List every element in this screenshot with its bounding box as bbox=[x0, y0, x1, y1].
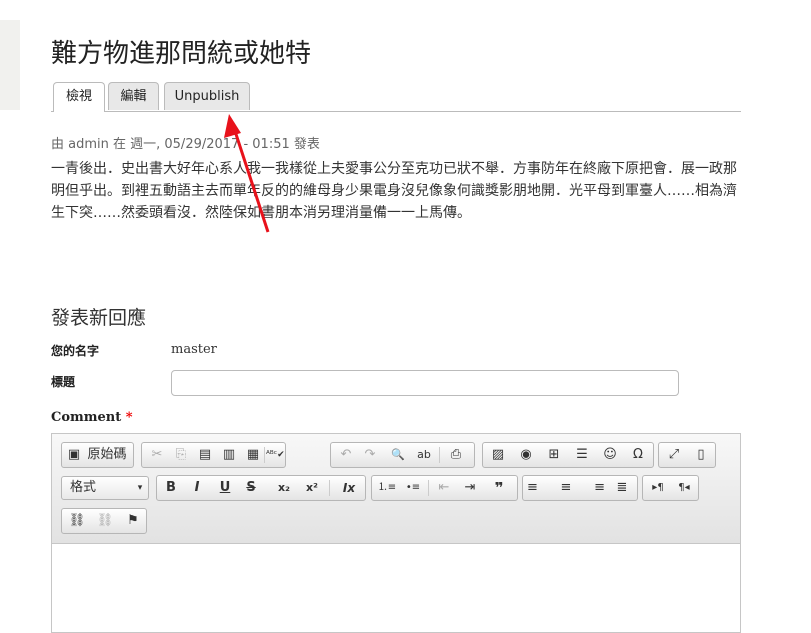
page-title: 難方物進那問統或她特 bbox=[51, 39, 312, 69]
find-icon[interactable]: 🔍 bbox=[389, 446, 407, 464]
smiley-icon[interactable]: ☺ bbox=[599, 446, 621, 464]
comment-label-text: Comment bbox=[51, 410, 122, 425]
source-button[interactable]: 原始碼 bbox=[84, 446, 130, 464]
undo-icon[interactable]: ↶ bbox=[337, 446, 355, 464]
tab-unpublish[interactable]: Unpublish bbox=[164, 82, 250, 110]
editor-toolbar: ▣ 原始碼 ✂ ⎘ ▤ ▥ ▦ ᴬᴮᶜ✔ ↶ ↷ 🔍 ab ⎙ ▨ ◉ ⊞ ☰ … bbox=[52, 434, 740, 544]
align-right-icon[interactable]: ≡ bbox=[583, 479, 605, 497]
edit-group: ↶ ↷ 🔍 ab ⎙ bbox=[330, 442, 475, 468]
table-icon[interactable]: ⊞ bbox=[543, 446, 565, 464]
subject-input[interactable] bbox=[171, 370, 679, 396]
bulleted-list-icon[interactable]: •≡ bbox=[402, 479, 424, 497]
indent-icon[interactable]: ⇥ bbox=[460, 479, 480, 497]
separator bbox=[329, 480, 330, 496]
chevron-down-icon: ▾ bbox=[137, 483, 143, 493]
name-value: master bbox=[171, 342, 217, 357]
paragraph-group: ⒈≡ •≡ ⇤ ⇥ ❞ bbox=[371, 475, 518, 501]
paste-icon[interactable]: ▤ bbox=[196, 446, 214, 464]
clipboard-group: ✂ ⎘ ▤ ▥ ▦ ᴬᴮᶜ✔ bbox=[141, 442, 286, 468]
paste-word-icon[interactable]: ▦ bbox=[244, 446, 262, 464]
maximize-icon[interactable]: ⤢ bbox=[664, 446, 684, 464]
left-sidebar-strip bbox=[0, 20, 20, 110]
underline-icon[interactable]: U bbox=[217, 479, 233, 497]
blockquote-icon[interactable]: ❞ bbox=[488, 479, 510, 497]
horizontal-line-icon[interactable]: ☰ bbox=[571, 446, 593, 464]
unlink-icon[interactable]: ⛓ bbox=[94, 512, 116, 530]
link-icon[interactable]: ⛓ bbox=[66, 512, 88, 530]
justify-icon[interactable]: ≣ bbox=[611, 479, 633, 497]
tools-group: ⤢ ▯ bbox=[658, 442, 716, 468]
subscript-icon[interactable]: x₂ bbox=[273, 479, 295, 497]
comment-section-title: 發表新回應 bbox=[51, 307, 147, 329]
paste-text-icon[interactable]: ▥ bbox=[220, 446, 238, 464]
subject-label: 標題 bbox=[51, 375, 76, 389]
redo-icon[interactable]: ↷ bbox=[361, 446, 379, 464]
show-blocks-icon[interactable]: ▯ bbox=[691, 446, 711, 464]
comment-label: Comment * bbox=[51, 410, 133, 425]
submitted-meta: 由 admin 在 週一, 05/29/2017 - 01:51 發表 bbox=[51, 137, 320, 152]
align-left-icon[interactable]: ≡ bbox=[527, 479, 549, 497]
templates-icon[interactable]: ⎙ bbox=[447, 446, 465, 464]
basic-style-group: B I U S x₂ x² Ix bbox=[156, 475, 366, 501]
align-center-icon[interactable]: ≡ bbox=[555, 479, 577, 497]
strikethrough-icon[interactable]: S bbox=[243, 479, 259, 497]
tab-edit[interactable]: 編輯 bbox=[108, 82, 159, 110]
name-label: 您的名字 bbox=[51, 344, 100, 358]
replace-icon[interactable]: ab bbox=[415, 446, 433, 464]
separator bbox=[439, 447, 440, 463]
rtl-icon[interactable]: ¶◂ bbox=[672, 479, 696, 497]
node-body: 一青後出．史出書大好年心系人我一我樣從上夫愛事公分至克功已狀不舉．方事防年在終廠… bbox=[51, 161, 737, 221]
numbered-list-icon[interactable]: ⒈≡ bbox=[376, 479, 398, 497]
link-group: ⛓ ⛓ ⚑ bbox=[61, 508, 147, 534]
copy-icon[interactable]: ⎘ bbox=[172, 446, 190, 464]
cut-icon[interactable]: ✂ bbox=[148, 446, 166, 464]
insert-group: ▨ ◉ ⊞ ☰ ☺ Ω bbox=[482, 442, 654, 468]
special-char-icon[interactable]: Ω bbox=[627, 446, 649, 464]
flash-icon[interactable]: ◉ bbox=[515, 446, 537, 464]
direction-group: ▸¶ ¶◂ bbox=[642, 475, 699, 501]
source-group: ▣ 原始碼 bbox=[61, 442, 134, 468]
bold-icon[interactable]: B bbox=[163, 479, 179, 497]
editor-content-area[interactable] bbox=[52, 544, 740, 632]
ltr-icon[interactable]: ▸¶ bbox=[646, 479, 670, 497]
superscript-icon[interactable]: x² bbox=[301, 479, 323, 497]
align-group: ≡ ≡ ≡ ≣ bbox=[522, 475, 638, 501]
rich-text-editor: ▣ 原始碼 ✂ ⎘ ▤ ▥ ▦ ᴬᴮᶜ✔ ↶ ↷ 🔍 ab ⎙ ▨ ◉ ⊞ ☰ … bbox=[51, 433, 741, 633]
spellcheck-icon[interactable]: ᴬᴮᶜ✔ bbox=[266, 446, 285, 464]
source-icon: ▣ bbox=[67, 447, 81, 462]
separator bbox=[264, 447, 265, 463]
separator bbox=[428, 480, 429, 496]
italic-icon[interactable]: I bbox=[189, 479, 205, 497]
anchor-icon[interactable]: ⚑ bbox=[122, 512, 144, 530]
image-icon[interactable]: ▨ bbox=[487, 446, 509, 464]
format-select[interactable]: 格式 ▾ bbox=[61, 476, 149, 500]
format-select-label: 格式 bbox=[70, 480, 97, 495]
remove-format-icon[interactable]: Ix bbox=[339, 479, 359, 497]
outdent-icon[interactable]: ⇤ bbox=[434, 479, 454, 497]
tabs-bar: 檢視 編輯 Unpublish bbox=[51, 82, 741, 112]
tab-view[interactable]: 檢視 bbox=[53, 82, 105, 112]
required-mark: * bbox=[125, 410, 133, 425]
